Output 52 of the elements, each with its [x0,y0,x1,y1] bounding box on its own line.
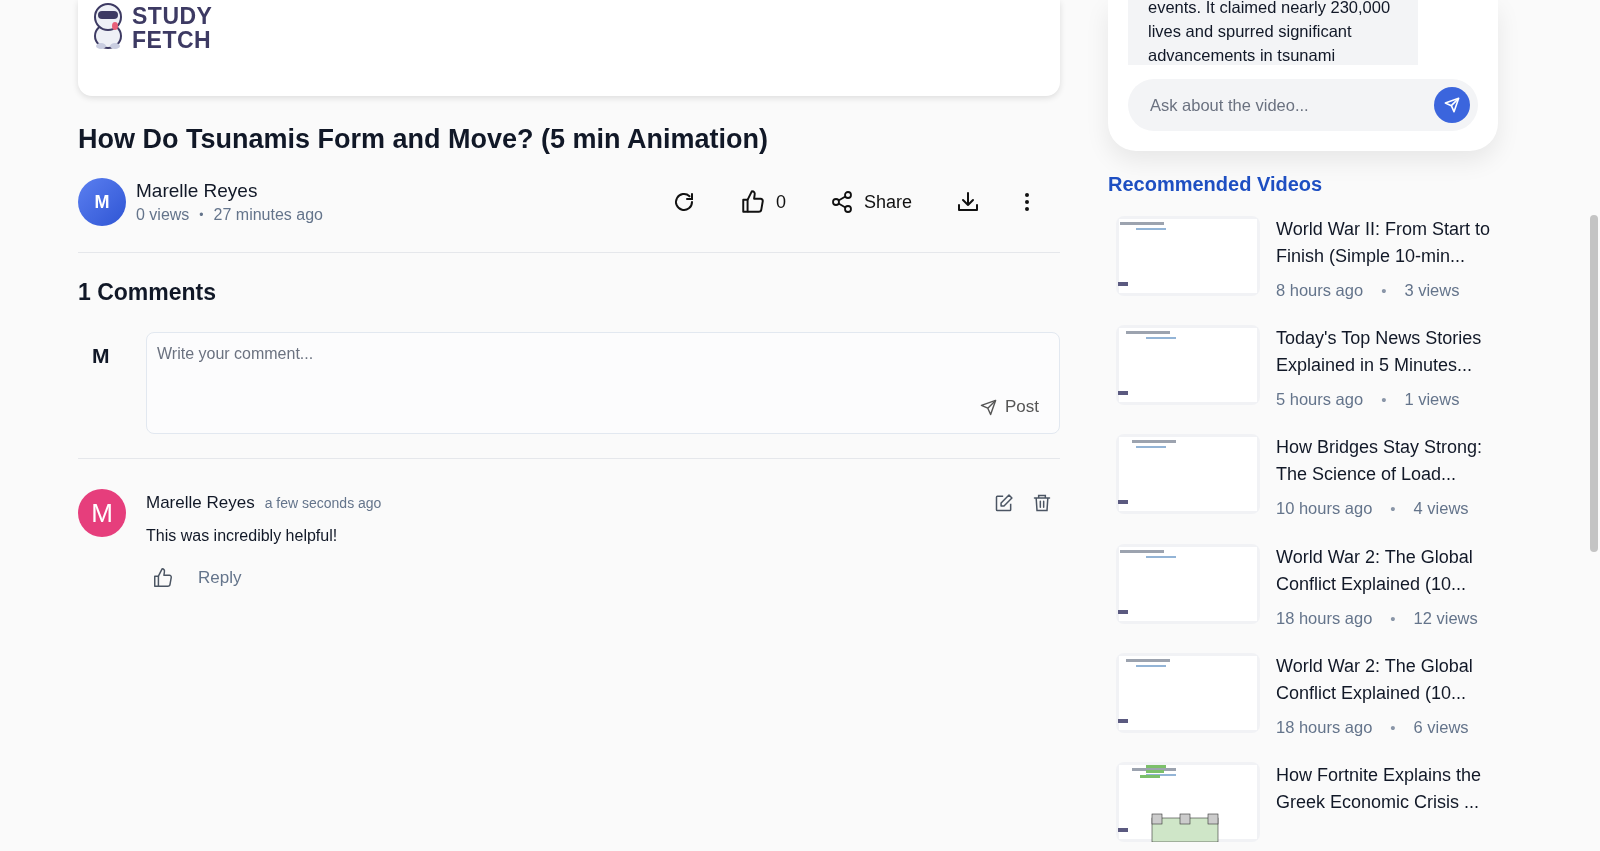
download-icon [956,190,980,214]
separator-dot: • [1381,281,1387,301]
upload-time: 8 hours ago [1276,281,1364,301]
separator-dot: • [1381,390,1387,411]
more-icon [1024,192,1030,212]
logo-text: FETCH [132,28,213,52]
send-icon [1444,97,1460,113]
view-count: 4 views [1413,499,1469,520]
like-button[interactable]: 0 [727,183,798,221]
message-line: advancements in tsunami [1148,45,1337,65]
edit-icon[interactable] [994,493,1014,513]
separator-dot: • [1390,717,1396,738]
view-count: 3 views [1404,281,1460,301]
upload-time: 18 hours ago [1276,717,1373,738]
separator-dot: • [1390,499,1396,520]
view-count: 0 views [136,205,190,225]
comments-heading: 1 Comments [78,279,218,306]
user-initial: M [91,343,111,369]
upload-time: 5 hours ago [1276,390,1364,411]
comment-field[interactable]: Write your comment... Post [146,332,1060,434]
view-count: 12 views [1413,608,1478,629]
share-icon [829,190,854,214]
video-player[interactable]: STUDY FETCH [78,0,1060,96]
separator-dot: • [199,206,204,224]
upload-time: 18 hours ago [1276,608,1373,629]
scrollbar[interactable] [1590,215,1598,552]
chat-input-bar[interactable]: Ask about the video... [1128,79,1478,131]
upload-time: 10 hours ago [1276,499,1373,520]
post-button[interactable]: Post [973,393,1045,421]
send-icon [979,398,997,416]
thumbs-up-icon [739,189,766,215]
share-button[interactable]: Share [817,184,924,220]
message-line: lives and spurred significant [1148,21,1353,42]
reply-button[interactable]: Reply [198,568,242,588]
upload-time: 27 minutes ago [213,205,323,225]
author-avatar[interactable]: M [78,178,126,226]
view-count: 1 views [1404,390,1460,411]
comment-text: This was incredibly helpful! [146,527,339,545]
separator-dot: • [1390,608,1396,629]
recommended-heading: Recommended Videos [1108,173,1324,196]
commenter-name: Marelle Reyes [146,493,255,513]
logo-text: STUDY [132,4,213,28]
send-button[interactable] [1434,87,1470,123]
comment-time: a few seconds ago [264,495,382,511]
delete-icon[interactable] [1032,493,1052,513]
video-title: How Do Tsunamis Form and Move? (5 min Animation) [78,123,770,156]
message-line: events. It claimed nearly 230,000 [1148,0,1392,18]
thumbs-up-icon[interactable] [152,567,174,589]
author-name[interactable]: Marelle Reyes [136,179,323,202]
view-count: 6 views [1413,717,1469,738]
ask-field[interactable]: Ask about the video... [1148,78,1434,132]
commenter-avatar[interactable]: M [78,489,126,537]
